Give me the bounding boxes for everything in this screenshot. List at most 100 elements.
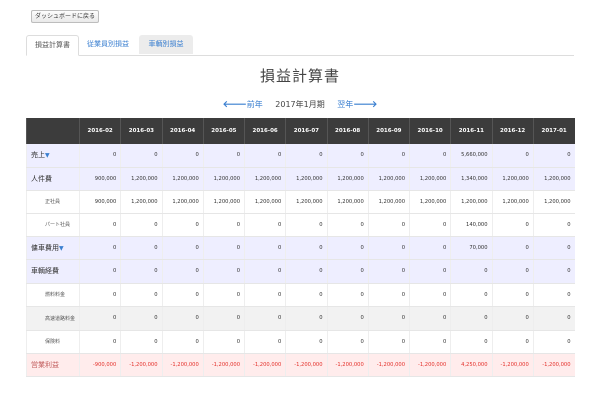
table-cell: 5,660,000: [450, 144, 492, 168]
month-header: 2016-06: [243, 118, 286, 144]
table-cell: 0: [450, 283, 492, 307]
table-cell: 0: [161, 213, 204, 237]
table-cell: 0: [243, 144, 286, 168]
table-cell: -1,200,000: [202, 353, 245, 377]
row-label-text: 正社員: [45, 199, 61, 205]
table-cell: 0: [243, 236, 286, 260]
month-header: 2016-02: [78, 118, 121, 144]
table-cell: 0: [532, 236, 575, 260]
table-cell: 900,000: [78, 167, 121, 191]
table-cell: 0: [243, 306, 286, 331]
table-cell: 0: [367, 330, 410, 354]
table-cell: 1,200,000: [326, 190, 369, 214]
table-cell: 1,340,000: [450, 167, 492, 191]
row-label-text: パート社員: [45, 222, 71, 228]
row-fuel: 燃料料金 0 0 0 0 0 0 0 0 0 0 0 0: [26, 283, 575, 307]
tab-income-statement[interactable]: 損益計算書: [26, 35, 79, 56]
period-navigation: 🡐前年 2017年1月期 翌年🡒: [0, 99, 600, 110]
table-cell: 0: [408, 306, 451, 331]
table-cell: 0: [285, 144, 327, 168]
table-cell: 0: [367, 236, 410, 260]
table-cell: 0: [120, 236, 162, 260]
table-cell: 1,200,000: [120, 167, 162, 191]
table-cell: -1,200,000: [326, 353, 369, 377]
table-cell: 0: [202, 306, 245, 331]
month-header: 2016-09: [367, 118, 410, 144]
current-period: 2017年1月期: [275, 100, 325, 109]
month-header: 2016-11: [450, 118, 492, 144]
table-cell: 0: [491, 144, 534, 168]
tab-vehicle-profit[interactable]: 車輌別損益: [139, 35, 193, 54]
row-label: 高速道路料金: [26, 306, 80, 331]
header-corner: [26, 118, 80, 144]
row-label: 車輌経費: [26, 259, 80, 284]
table-cell: 0: [491, 306, 534, 331]
row-highway: 高速道路料金 0 0 0 0 0 0 0 0 0 0 0 0: [26, 306, 575, 331]
table-cell: 0: [491, 283, 534, 307]
row-label-text: 売上: [31, 151, 45, 160]
table-cell: 0: [326, 330, 369, 354]
table-cell: 0: [367, 213, 410, 237]
table-cell: 140,000: [450, 213, 492, 237]
back-to-dashboard-button[interactable]: ダッシュボードに戻る: [31, 10, 100, 23]
row-label: 人件費: [26, 167, 80, 191]
table-cell: 0: [408, 144, 451, 168]
table-cell: 1,200,000: [202, 190, 245, 214]
row-operating-profit: 営業利益 -900,000 -1,200,000 -1,200,000 -1,200,0…: [26, 353, 575, 377]
month-header: 2016-04: [161, 118, 204, 144]
row-sales: 売上▼ 0 0 0 0 0 0 0 0 0 5,660,000 0 0: [26, 144, 575, 168]
table-cell: 0: [78, 236, 121, 260]
table-cell: -1,200,000: [285, 353, 327, 377]
row-label-text: 燃料料金: [45, 292, 66, 298]
row-label[interactable]: 売上▼: [26, 144, 80, 168]
table-cell: 1,200,000: [367, 167, 410, 191]
table-cell: 1,200,000: [243, 190, 286, 214]
row-label-text: 保険料: [45, 339, 61, 345]
table-cell: 1,200,000: [532, 167, 575, 191]
tab-bar: 損益計算書 従業員別損益 車輌別損益: [26, 35, 574, 56]
arrow-right-icon: 🡒: [353, 100, 378, 110]
table-cell: 0: [285, 330, 327, 354]
table-cell: 0: [326, 144, 369, 168]
table-cell: 1,200,000: [243, 167, 286, 191]
table-cell: 0: [161, 283, 204, 307]
arrow-left-icon: 🡐: [222, 100, 247, 110]
table-cell: 0: [161, 259, 204, 284]
table-cell: 0: [285, 236, 327, 260]
table-cell: 0: [78, 283, 121, 307]
table-cell: 900,000: [78, 190, 121, 214]
row-label[interactable]: 傭車費用▼: [26, 236, 80, 260]
table-cell: 1,200,000: [491, 167, 534, 191]
row-label: 保険料: [26, 330, 80, 354]
table-cell: 0: [161, 236, 204, 260]
table-cell: 1,200,000: [202, 167, 245, 191]
table-cell: 0: [120, 283, 162, 307]
row-fulltime: 正社員 900,000 1,200,000 1,200,000 1,200,000 1,2…: [26, 190, 575, 214]
table-cell: 0: [491, 330, 534, 354]
table-cell: 0: [120, 144, 162, 168]
month-header: 2017-01: [532, 118, 575, 144]
table-cell: 0: [243, 330, 286, 354]
table-cell: 0: [285, 283, 327, 307]
prev-year-link[interactable]: 🡐前年: [222, 100, 263, 110]
table-cell: 1,200,000: [408, 167, 451, 191]
row-label: 正社員: [26, 190, 80, 214]
row-label: 営業利益: [26, 353, 80, 377]
table-cell: 0: [367, 306, 410, 331]
table-cell: 4,250,000: [450, 353, 492, 377]
table-cell: 0: [450, 306, 492, 331]
table-cell: 0: [367, 283, 410, 307]
month-header: 2016-07: [285, 118, 327, 144]
caret-down-icon[interactable]: ▼: [45, 152, 50, 159]
table-cell: 0: [202, 236, 245, 260]
table-header-row: 2016-02 2016-03 2016-04 2016-05 2016-06 …: [26, 118, 575, 144]
month-header: 2016-12: [491, 118, 534, 144]
row-parttime: パート社員 0 0 0 0 0 0 0 0 0 140,000 0 0: [26, 213, 575, 237]
next-year-link[interactable]: 翌年🡒: [337, 100, 378, 110]
caret-down-icon[interactable]: ▼: [59, 245, 64, 252]
table-cell: -1,200,000: [408, 353, 451, 377]
table-cell: 0: [326, 213, 369, 237]
table-cell: 1,200,000: [161, 190, 204, 214]
table-cell: 0: [120, 306, 162, 331]
tab-employee-profit[interactable]: 従業員別損益: [81, 35, 135, 54]
